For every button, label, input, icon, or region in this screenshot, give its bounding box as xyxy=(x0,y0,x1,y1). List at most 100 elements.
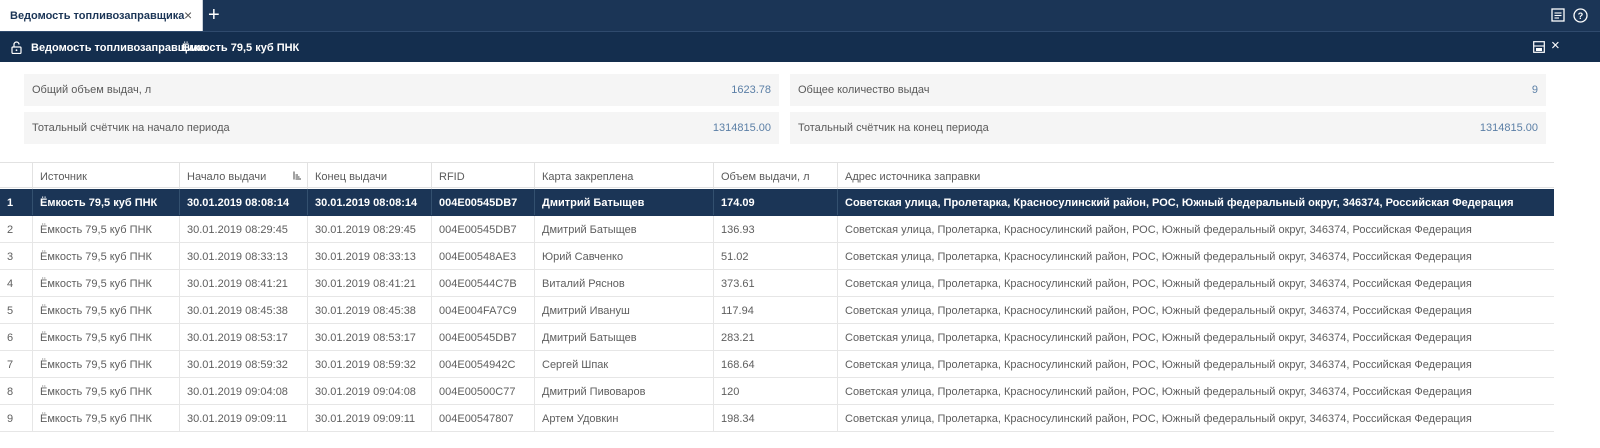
address-cell[interactable]: Советская улица, Пролетарка, Красносулин… xyxy=(837,243,1554,269)
source-cell[interactable]: Ёмкость 79,5 куб ПНК xyxy=(32,216,179,242)
source-cell[interactable]: Ёмкость 79,5 куб ПНК xyxy=(32,405,179,431)
row-index[interactable]: 3 xyxy=(0,243,32,269)
table-row[interactable]: 9 Ёмкость 79,5 куб ПНК 30.01.2019 09:09:11… xyxy=(0,405,1554,432)
card-holder-cell[interactable]: Дмитрий Пивоваров xyxy=(534,378,713,404)
start-time-cell[interactable]: 30.01.2019 09:09:11 xyxy=(179,405,307,431)
tab-fuel-tanker-report[interactable]: Ведомость топливозаправщика × xyxy=(0,0,203,31)
rfid-cell[interactable]: 004E00545DB7 xyxy=(431,324,534,350)
column-header-start[interactable]: Начало выдачи xyxy=(179,163,307,189)
start-time-cell[interactable]: 30.01.2019 08:41:21 xyxy=(179,270,307,296)
table-row[interactable]: 8 Ёмкость 79,5 куб ПНК 30.01.2019 09:04:08… xyxy=(0,378,1554,405)
row-index[interactable]: 4 xyxy=(0,270,32,296)
column-header-source[interactable]: Источник xyxy=(32,163,179,189)
table-row[interactable]: 6 Ёмкость 79,5 куб ПНК 30.01.2019 08:53:17… xyxy=(0,324,1554,351)
rfid-cell[interactable]: 004E0054942C xyxy=(431,351,534,377)
card-holder-cell[interactable]: Дмитрий Батыщев xyxy=(534,189,713,215)
row-index[interactable]: 8 xyxy=(0,378,32,404)
column-header-card[interactable]: Карта закреплена xyxy=(534,163,713,189)
save-icon[interactable] xyxy=(1533,41,1545,53)
row-index[interactable]: 7 xyxy=(0,351,32,377)
start-time-cell[interactable]: 30.01.2019 09:04:08 xyxy=(179,378,307,404)
start-time-cell[interactable]: 30.01.2019 08:29:45 xyxy=(179,216,307,242)
end-time-cell[interactable]: 30.01.2019 09:04:08 xyxy=(307,378,431,404)
address-cell[interactable]: Советская улица, Пролетарка, Красносулин… xyxy=(837,189,1554,215)
volume-cell[interactable]: 373.61 xyxy=(713,270,837,296)
volume-cell[interactable]: 136.93 xyxy=(713,216,837,242)
address-cell[interactable]: Советская улица, Пролетарка, Красносулин… xyxy=(837,270,1554,296)
volume-cell[interactable]: 198.34 xyxy=(713,405,837,431)
row-index[interactable]: 5 xyxy=(0,297,32,323)
card-holder-cell[interactable]: Дмитрий Батыщев xyxy=(534,324,713,350)
rfid-cell[interactable]: 004E00545DB7 xyxy=(431,216,534,242)
end-time-cell[interactable]: 30.01.2019 08:08:14 xyxy=(307,189,431,215)
source-cell[interactable]: Ёмкость 79,5 куб ПНК xyxy=(32,270,179,296)
source-cell[interactable]: Ёмкость 79,5 куб ПНК xyxy=(32,351,179,377)
report-icon[interactable] xyxy=(1551,8,1565,22)
volume-cell[interactable]: 174.09 xyxy=(713,189,837,215)
start-time-cell[interactable]: 30.01.2019 08:33:13 xyxy=(179,243,307,269)
rfid-cell[interactable]: 004E00544C7B xyxy=(431,270,534,296)
end-time-cell[interactable]: 30.01.2019 08:59:32 xyxy=(307,351,431,377)
volume-cell[interactable]: 117.94 xyxy=(713,297,837,323)
table-row[interactable]: 5 Ёмкость 79,5 куб ПНК 30.01.2019 08:45:38… xyxy=(0,297,1554,324)
end-time-cell[interactable]: 30.01.2019 08:33:13 xyxy=(307,243,431,269)
card-holder-cell[interactable]: Дмитрий Батыщев xyxy=(534,216,713,242)
source-cell[interactable]: Ёмкость 79,5 куб ПНК xyxy=(32,189,179,215)
unlock-icon[interactable] xyxy=(11,41,22,54)
card-holder-cell[interactable]: Виталий Ряснов xyxy=(534,270,713,296)
tab-close-icon[interactable]: × xyxy=(184,7,192,23)
end-time-cell[interactable]: 30.01.2019 08:29:45 xyxy=(307,216,431,242)
add-tab-icon[interactable]: + xyxy=(208,5,224,25)
row-index[interactable]: 1 xyxy=(0,189,32,215)
row-index[interactable]: 6 xyxy=(0,324,32,350)
address-cell[interactable]: Советская улица, Пролетарка, Красносулин… xyxy=(837,216,1554,242)
column-header-volume[interactable]: Объем выдачи, л xyxy=(713,163,837,189)
table-row[interactable]: 3 Ёмкость 79,5 куб ПНК 30.01.2019 08:33:13… xyxy=(0,243,1554,270)
address-cell[interactable]: Советская улица, Пролетарка, Красносулин… xyxy=(837,405,1554,431)
source-cell[interactable]: Ёмкость 79,5 куб ПНК xyxy=(32,324,179,350)
source-cell[interactable]: Ёмкость 79,5 куб ПНК xyxy=(32,297,179,323)
column-header-end[interactable]: Конец выдачи xyxy=(307,163,431,189)
column-header-rfid[interactable]: RFID xyxy=(431,163,534,189)
row-index[interactable]: 9 xyxy=(0,405,32,431)
card-holder-cell[interactable]: Юрий Савченко xyxy=(534,243,713,269)
close-icon[interactable]: × xyxy=(1551,38,1560,54)
volume-cell[interactable]: 51.02 xyxy=(713,243,837,269)
sort-icon[interactable] xyxy=(293,171,301,180)
volume-cell[interactable]: 168.64 xyxy=(713,351,837,377)
table-row[interactable]: 4 Ёмкость 79,5 куб ПНК 30.01.2019 08:41:21… xyxy=(0,270,1554,297)
source-cell[interactable]: Ёмкость 79,5 куб ПНК xyxy=(32,378,179,404)
address-cell[interactable]: Советская улица, Пролетарка, Красносулин… xyxy=(837,351,1554,377)
card-holder-cell[interactable]: Дмитрий Ивануш xyxy=(534,297,713,323)
address-cell[interactable]: Советская улица, Пролетарка, Красносулин… xyxy=(837,324,1554,350)
start-time-cell[interactable]: 30.01.2019 08:08:14 xyxy=(179,189,307,215)
address-cell[interactable]: Советская улица, Пролетарка, Красносулин… xyxy=(837,297,1554,323)
row-index[interactable]: 2 xyxy=(0,216,32,242)
rfid-cell[interactable]: 004E00547807 xyxy=(431,405,534,431)
volume-cell[interactable]: 283.21 xyxy=(713,324,837,350)
rfid-cell[interactable]: 004E00545DB7 xyxy=(431,189,534,215)
card-holder-cell[interactable]: Артем Удовкин xyxy=(534,405,713,431)
rfid-cell[interactable]: 004E00548AE3 xyxy=(431,243,534,269)
start-time-cell[interactable]: 30.01.2019 08:45:38 xyxy=(179,297,307,323)
table-row[interactable]: 2 Ёмкость 79,5 куб ПНК 30.01.2019 08:29:45… xyxy=(0,216,1554,243)
source-cell[interactable]: Ёмкость 79,5 куб ПНК xyxy=(32,243,179,269)
end-time-cell[interactable]: 30.01.2019 09:09:11 xyxy=(307,405,431,431)
rfid-cell[interactable]: 004E00500C77 xyxy=(431,378,534,404)
card-holder-cell[interactable]: Сергей Шпак xyxy=(534,351,713,377)
source-cell-text: Ёмкость 79,5 куб ПНК xyxy=(40,278,152,290)
rfid-cell-text: 004E00545DB7 xyxy=(439,197,518,209)
address-cell[interactable]: Советская улица, Пролетарка, Красносулин… xyxy=(837,378,1554,404)
table-row[interactable]: 1 Ёмкость 79,5 куб ПНК 30.01.2019 08:08:14… xyxy=(0,189,1554,216)
start-time-cell[interactable]: 30.01.2019 08:53:17 xyxy=(179,324,307,350)
end-time-cell[interactable]: 30.01.2019 08:41:21 xyxy=(307,270,431,296)
start-time-cell[interactable]: 30.01.2019 08:59:32 xyxy=(179,351,307,377)
volume-cell[interactable]: 120 xyxy=(713,378,837,404)
table-row[interactable]: 7 Ёмкость 79,5 куб ПНК 30.01.2019 08:59:32… xyxy=(0,351,1554,378)
end-time-cell[interactable]: 30.01.2019 08:45:38 xyxy=(307,297,431,323)
end-time-cell[interactable]: 30.01.2019 08:53:17 xyxy=(307,324,431,350)
column-header-index[interactable] xyxy=(0,163,32,189)
rfid-cell[interactable]: 004E004FA7C9 xyxy=(431,297,534,323)
help-icon[interactable]: ? xyxy=(1573,8,1588,23)
column-header-address[interactable]: Адрес источника заправки xyxy=(837,163,1554,189)
